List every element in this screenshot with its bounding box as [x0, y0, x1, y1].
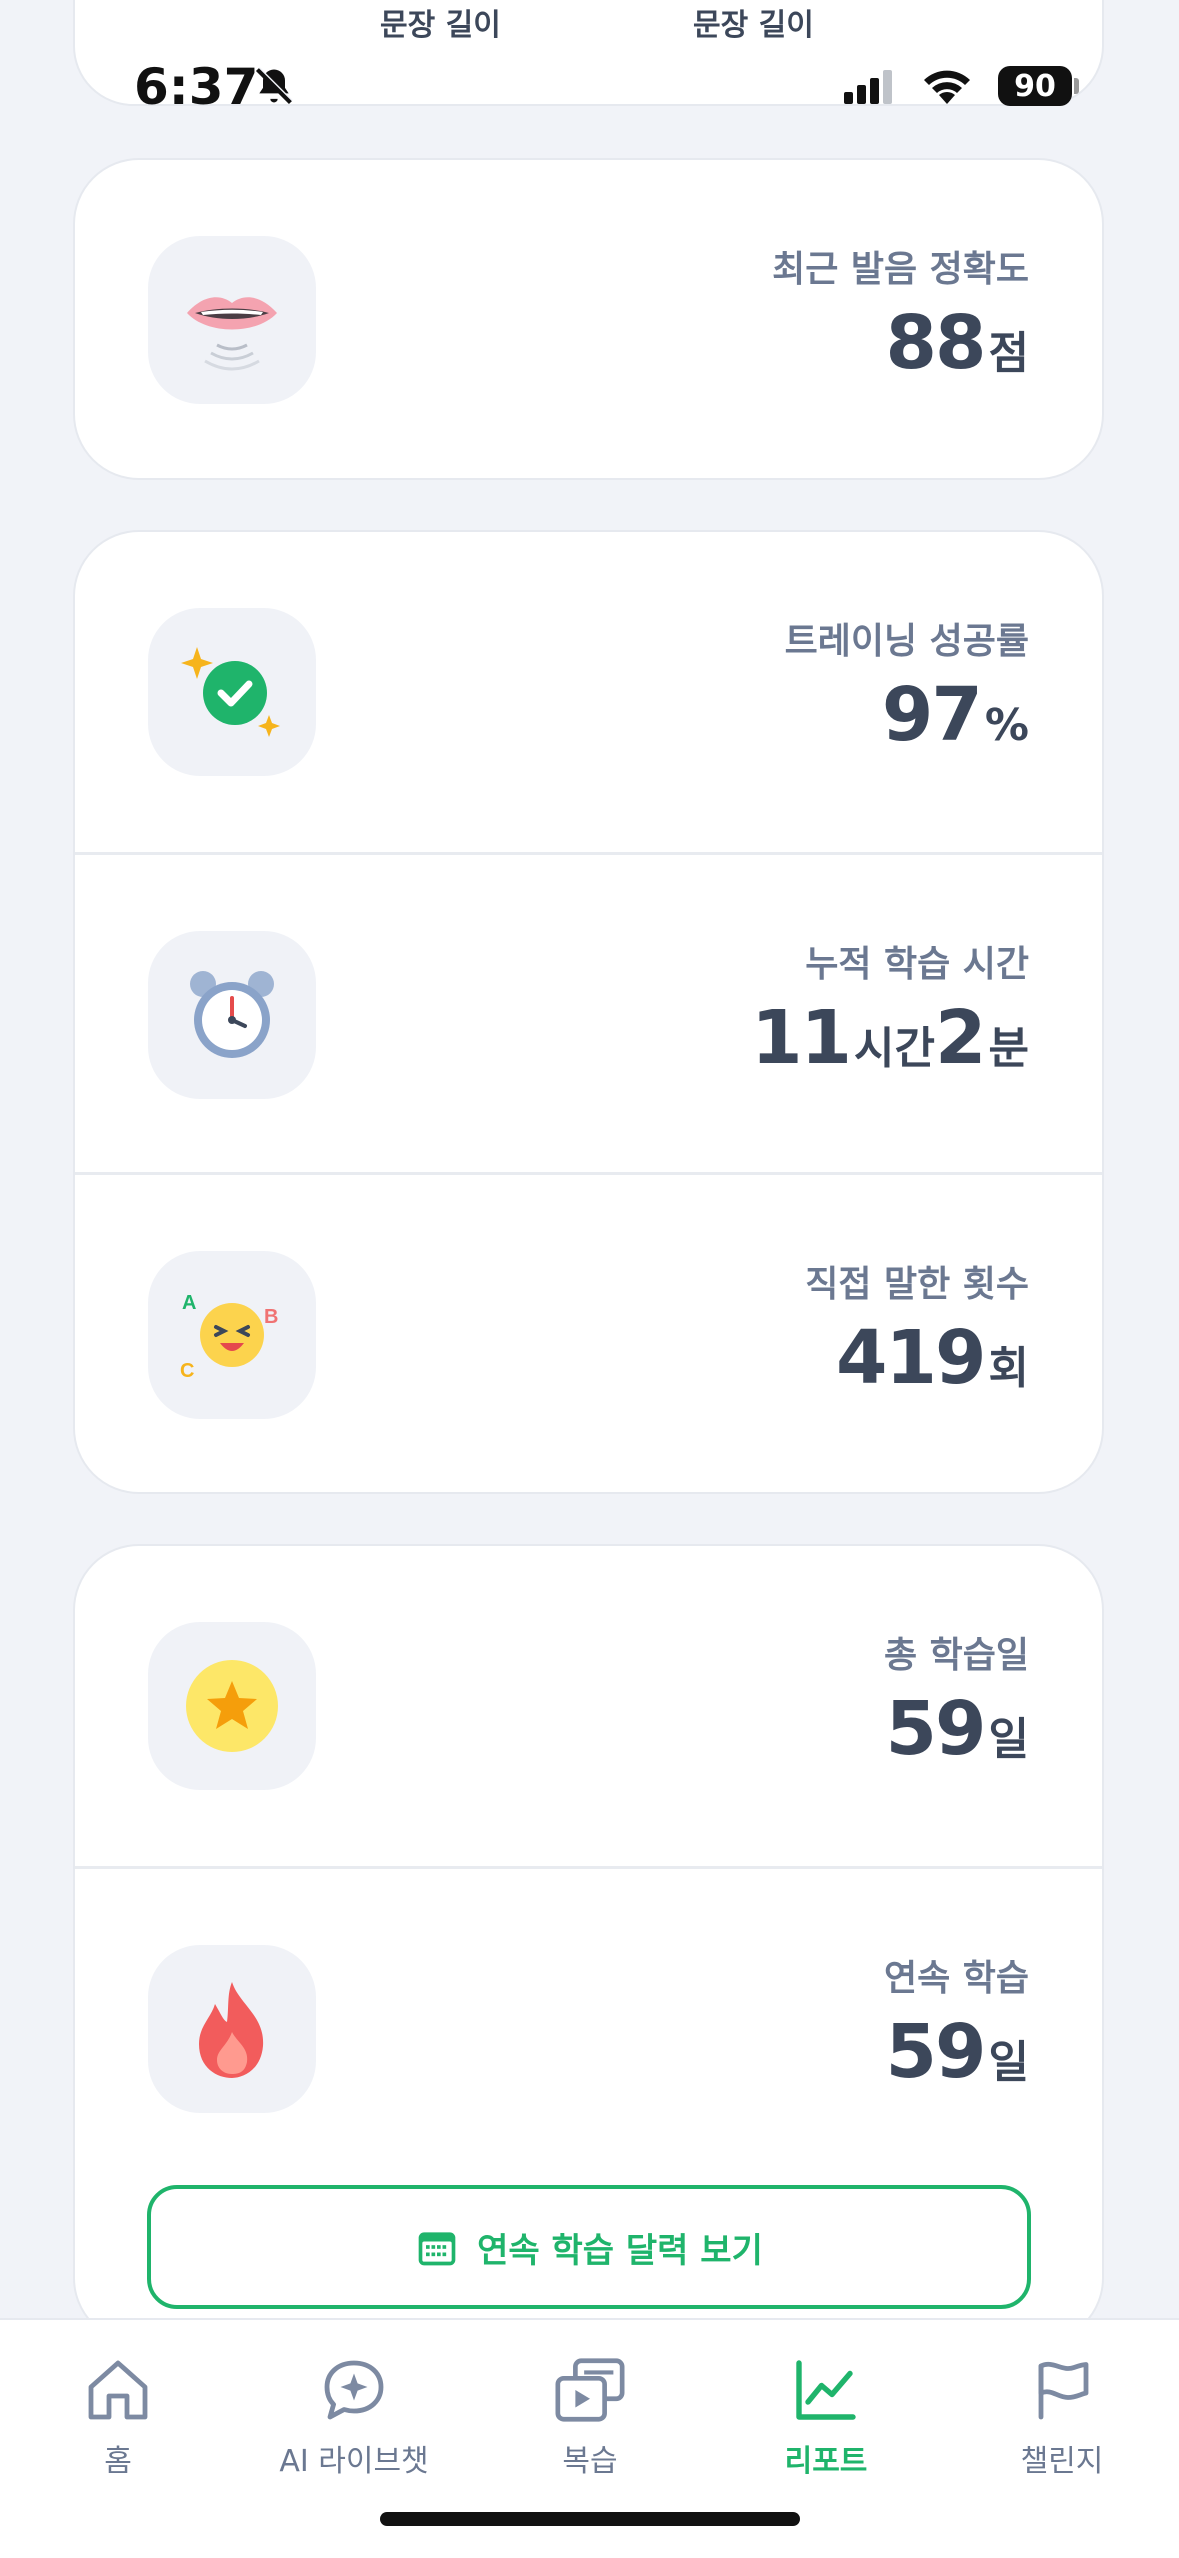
pronunciation-value: 88점	[886, 306, 1029, 380]
svg-text:C: C	[180, 1360, 194, 1382]
tab-home[interactable]: 홈	[0, 2320, 236, 2480]
streak-label: 연속 학습	[883, 1958, 1029, 1999]
talking-emoji-icon: A B C	[180, 1292, 278, 1382]
wifi-icon	[924, 70, 970, 104]
sentence-length-label-right: 문장 길이	[693, 8, 814, 43]
tab-challenge[interactable]: 챌린지	[944, 2320, 1179, 2480]
svg-text:B: B	[264, 1306, 278, 1328]
total-days-value: 59일	[886, 1692, 1029, 1766]
pronunciation-unit: 점	[988, 328, 1029, 379]
total-days-number: 59	[885, 1686, 987, 1772]
review-icon	[555, 2358, 625, 2422]
sentence-length-label-left: 문장 길이	[380, 8, 501, 43]
training-row[interactable]: 트레이닝 성공률 97%	[75, 532, 1102, 852]
total-days-label: 총 학습일	[883, 1635, 1029, 1676]
study-time-value: 11시간2분	[751, 1001, 1029, 1075]
signal-icon	[844, 70, 892, 104]
tab-review[interactable]: 복습	[472, 2320, 708, 2480]
training-icon-box	[148, 608, 316, 776]
streak-number: 59	[885, 2009, 987, 2095]
ai-chat-icon	[324, 2360, 384, 2420]
study-time-row[interactable]: 누적 학습 시간 11시간2분	[75, 852, 1102, 1175]
speaking-row[interactable]: A B C 직접 말한 횟수 419회	[75, 1172, 1102, 1492]
tab-report[interactable]: 리포트	[708, 2320, 944, 2480]
check-sparkle-icon	[181, 647, 280, 737]
star-icon	[186, 1660, 278, 1752]
training-number: 97	[881, 672, 983, 758]
tab-review-label: 복습	[562, 2444, 618, 2479]
status-bar: 6:37 90	[0, 58, 1179, 118]
calendar-icon	[418, 2232, 456, 2266]
study-hours: 11	[751, 995, 852, 1081]
study-time-label: 누적 학습 시간	[805, 944, 1029, 985]
svg-text:A: A	[182, 1292, 196, 1314]
streak-row[interactable]: 연속 학습 59일	[75, 1866, 1102, 2189]
flag-icon	[1038, 2361, 1089, 2420]
battery-icon: 90	[998, 66, 1072, 106]
study-minutes-unit: 분	[988, 1023, 1029, 1074]
tab-report-label: 리포트	[784, 2444, 868, 2479]
total-days-unit: 일	[988, 1714, 1029, 1765]
streak-calendar-label: 연속 학습 달력 보기	[477, 2230, 763, 2271]
battery-cap	[1074, 78, 1079, 94]
speaking-number: 419	[836, 1315, 986, 1401]
tab-ai-livechat-label: AI 라이브챗	[279, 2444, 429, 2479]
pronunciation-label: 최근 발음 정확도	[772, 249, 1029, 290]
training-unit: %	[984, 700, 1029, 751]
training-value: 97%	[882, 678, 1029, 752]
pronunciation-number: 88	[885, 300, 987, 386]
tab-ai-livechat[interactable]: AI 라이브챗	[236, 2320, 472, 2480]
speaking-icon-box: A B C	[148, 1251, 316, 1419]
streak-calendar-button[interactable]: 연속 학습 달력 보기	[147, 2185, 1031, 2309]
streak-icon-box	[148, 1945, 316, 2113]
report-chart-icon	[796, 2360, 856, 2420]
status-time: 6:37	[134, 58, 259, 116]
study-minutes: 2	[935, 995, 986, 1081]
pronunciation-row: 최근 발음 정확도 88점	[75, 160, 1102, 478]
study-hours-unit: 시간	[854, 1023, 936, 1074]
battery-level: 90	[1014, 68, 1056, 104]
speaking-unit: 회	[988, 1343, 1029, 1394]
learning-stats-card: 트레이닝 성공률 97% 누적 학습 시간 11시간2분 A B C 직접 말한…	[73, 530, 1104, 1494]
alarm-clock-icon	[190, 971, 274, 1058]
speaking-value: 419회	[836, 1321, 1029, 1395]
total-days-icon-box	[148, 1622, 316, 1790]
study-time-icon-box	[148, 931, 316, 1099]
streak-value: 59일	[886, 2015, 1029, 2089]
training-label: 트레이닝 성공률	[784, 621, 1029, 662]
total-days-row[interactable]: 총 학습일 59일	[75, 1546, 1102, 1866]
pronunciation-icon-box	[148, 236, 316, 404]
tab-home-label: 홈	[104, 2444, 132, 2479]
lips-icon	[187, 297, 277, 371]
fire-icon	[199, 1982, 264, 2078]
bell-muted-icon	[255, 67, 293, 105]
streak-unit: 일	[988, 2037, 1029, 2088]
speaking-label: 직접 말한 횟수	[805, 1264, 1029, 1305]
pronunciation-card[interactable]: 최근 발음 정확도 88점	[73, 158, 1104, 480]
home-icon	[88, 2360, 148, 2420]
tab-challenge-label: 챌린지	[1020, 2444, 1104, 2479]
home-indicator	[380, 2512, 800, 2526]
